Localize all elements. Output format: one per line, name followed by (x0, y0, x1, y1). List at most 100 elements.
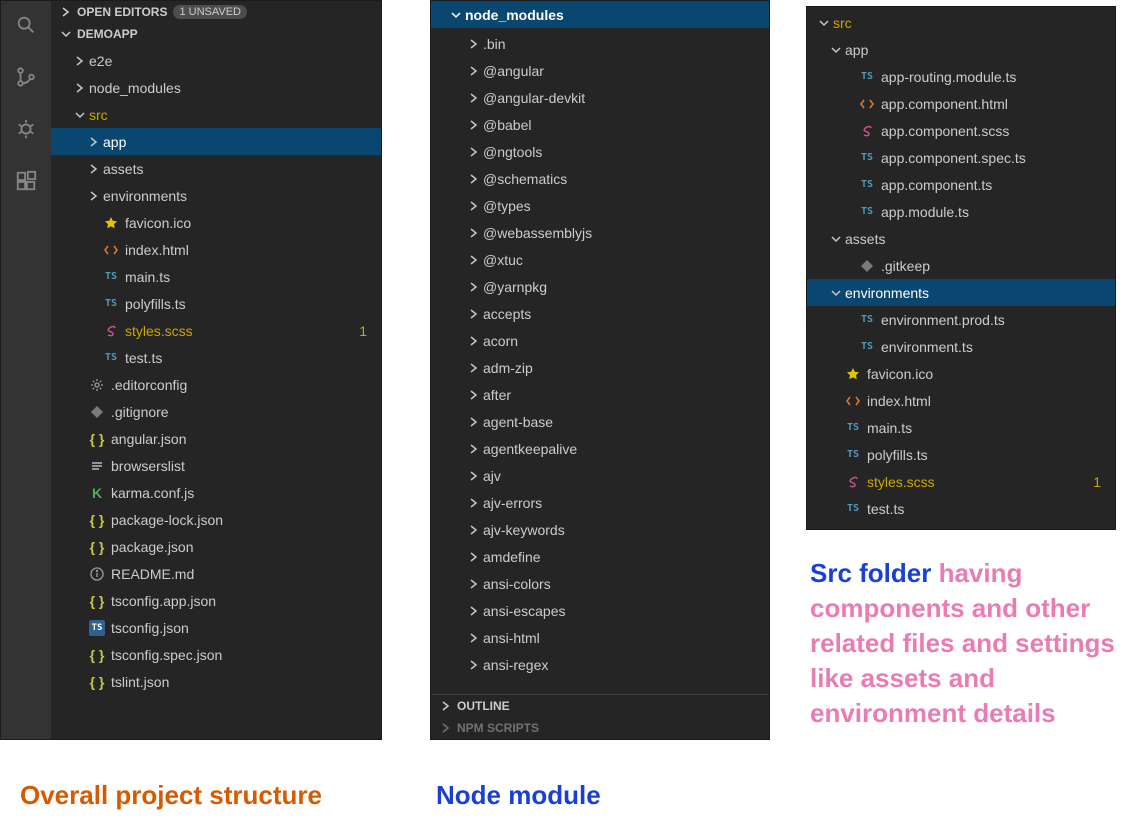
folder-item-ansi-html[interactable]: ansi-html (431, 624, 769, 651)
chevron-down-icon (829, 234, 843, 244)
file-item-pkg[interactable]: { }package.json (51, 533, 381, 560)
modified-count: 1 (359, 323, 367, 339)
search-icon[interactable] (12, 11, 40, 39)
list-icon (89, 458, 105, 474)
tree-item-label: ansi-regex (483, 657, 548, 673)
file-item-editorconfig[interactable]: .editorconfig (51, 371, 381, 398)
file-item-pkglock[interactable]: { }package-lock.json (51, 506, 381, 533)
file-item-browserslist[interactable]: browserslist (51, 452, 381, 479)
tree-item-label: package.json (111, 539, 194, 555)
file-item-appcomp[interactable]: TSapp.component.ts (807, 171, 1115, 198)
folder-item-ngtools[interactable]: @ngtools (431, 138, 769, 165)
folder-item-app[interactable]: app (807, 36, 1115, 63)
folder-item-app[interactable]: app (51, 128, 381, 155)
file-item-polyfills[interactable]: TSpolyfills.ts (51, 290, 381, 317)
folder-item-ajv[interactable]: ajv (431, 462, 769, 489)
folder-item-acorn[interactable]: acorn (431, 327, 769, 354)
folder-item-schematics[interactable]: @schematics (431, 165, 769, 192)
tree-item-label: README.md (111, 566, 194, 582)
folder-item-accepts[interactable]: accepts (431, 300, 769, 327)
file-item-tsconfspec[interactable]: { }tsconfig.spec.json (51, 641, 381, 668)
project-header[interactable]: DEMOAPP (51, 23, 381, 45)
tree-item-label: @webassemblyjs (483, 225, 592, 241)
folder-item-ajv-keywords[interactable]: ajv-keywords (431, 516, 769, 543)
file-item-apphtml[interactable]: app.component.html (807, 90, 1115, 117)
folder-item-angular[interactable]: @angular (431, 57, 769, 84)
folder-item-assets[interactable]: assets (51, 155, 381, 182)
file-item-readme[interactable]: README.md (51, 560, 381, 587)
folder-item-bin[interactable]: .bin (431, 30, 769, 57)
folder-item-xtuc[interactable]: @xtuc (431, 246, 769, 273)
tree-item-label: environment.prod.ts (881, 312, 1005, 328)
folder-item-agentkeepalive[interactable]: agentkeepalive (431, 435, 769, 462)
chevron-right-icon (467, 66, 481, 76)
folder-item-webassemblyjs[interactable]: @webassemblyjs (431, 219, 769, 246)
chevron-right-icon (467, 255, 481, 265)
unsaved-badge: 1 UNSAVED (173, 5, 247, 19)
folder-item-ajv-errors[interactable]: ajv-errors (431, 489, 769, 516)
folder-item-src[interactable]: src (807, 9, 1115, 36)
file-item-indexhtml[interactable]: index.html (807, 387, 1115, 414)
folder-item-e2e[interactable]: e2e (51, 47, 381, 74)
tree-item-label: tsconfig.json (111, 620, 189, 636)
file-item-appspec[interactable]: TSapp.component.spec.ts (807, 144, 1115, 171)
folder-item-ansi-regex[interactable]: ansi-regex (431, 651, 769, 678)
file-item-testts[interactable]: TStest.ts (807, 495, 1115, 522)
extensions-icon[interactable] (12, 167, 40, 195)
folder-item-assets[interactable]: assets (807, 225, 1115, 252)
file-item-envts[interactable]: TSenvironment.ts (807, 333, 1115, 360)
caption-node-module: Node module (436, 778, 601, 813)
file-item-approuting[interactable]: TSapp-routing.module.ts (807, 63, 1115, 90)
file-item-karma[interactable]: Kkarma.conf.js (51, 479, 381, 506)
folder-item-envs[interactable]: environments (807, 279, 1115, 306)
file-item-envprod[interactable]: TSenvironment.prod.ts (807, 306, 1115, 333)
file-item-gitignore[interactable]: .gitignore (51, 398, 381, 425)
file-item-styles[interactable]: styles.scss1 (51, 317, 381, 344)
folder-item-types[interactable]: @types (431, 192, 769, 219)
folder-item-agent-base[interactable]: agent-base (431, 408, 769, 435)
file-item-tsconf[interactable]: TS tsconfig.json (51, 614, 381, 641)
file-item-gitkeep[interactable]: .gitkeep (807, 252, 1115, 279)
chevron-right-icon (467, 336, 481, 346)
npm-scripts-header[interactable]: NPM SCRIPTS (431, 717, 769, 739)
file-item-styles[interactable]: styles.scss1 (807, 468, 1115, 495)
folder-item-adm-zip[interactable]: adm-zip (431, 354, 769, 381)
file-item-testts[interactable]: TStest.ts (51, 344, 381, 371)
folder-item-amdefine[interactable]: amdefine (431, 543, 769, 570)
tree-item-label: acorn (483, 333, 518, 349)
file-item-tslint[interactable]: { }tslint.json (51, 668, 381, 695)
folder-item-node_modules[interactable]: node_modules (51, 74, 381, 101)
debug-icon[interactable] (12, 115, 40, 143)
folder-item-src[interactable]: src (51, 101, 381, 128)
tree-item-label: tslint.json (111, 674, 169, 690)
file-item-appscss[interactable]: app.component.scss (807, 117, 1115, 144)
file-item-polyfills[interactable]: TSpolyfills.ts (807, 441, 1115, 468)
folder-item-envs[interactable]: environments (51, 182, 381, 209)
folder-item-after[interactable]: after (431, 381, 769, 408)
typescript-icon: TS (103, 269, 119, 285)
tsconfig-icon: TS (89, 620, 105, 636)
chevron-down-icon (61, 29, 71, 39)
folder-item-ansi-escapes[interactable]: ansi-escapes (431, 597, 769, 624)
file-item-angularjson[interactable]: { }angular.json (51, 425, 381, 452)
file-item-indexhtml[interactable]: index.html (51, 236, 381, 263)
node-modules-folder[interactable]: node_modules (431, 1, 769, 28)
file-item-tsconfapp[interactable]: { }tsconfig.app.json (51, 587, 381, 614)
file-item-appmod[interactable]: TSapp.module.ts (807, 198, 1115, 225)
source-control-icon[interactable] (12, 63, 40, 91)
file-item-maints[interactable]: TSmain.ts (807, 414, 1115, 441)
typescript-icon: TS (103, 350, 119, 366)
folder-item-babel[interactable]: @babel (431, 111, 769, 138)
outline-header[interactable]: OUTLINE (431, 695, 769, 717)
open-editors-header[interactable]: OPEN EDITORS 1 UNSAVED (51, 1, 381, 23)
tree-item-label: app (103, 134, 126, 150)
tree-item-label: styles.scss (867, 474, 935, 490)
file-item-favicon[interactable]: favicon.ico (51, 209, 381, 236)
tree-item-label: main.ts (867, 420, 912, 436)
file-item-favicon[interactable]: favicon.ico (807, 360, 1115, 387)
scss-icon (845, 474, 861, 490)
folder-item-yarnpkg[interactable]: @yarnpkg (431, 273, 769, 300)
folder-item-ansi-colors[interactable]: ansi-colors (431, 570, 769, 597)
file-item-maints[interactable]: TSmain.ts (51, 263, 381, 290)
folder-item-angular-devkit[interactable]: @angular-devkit (431, 84, 769, 111)
